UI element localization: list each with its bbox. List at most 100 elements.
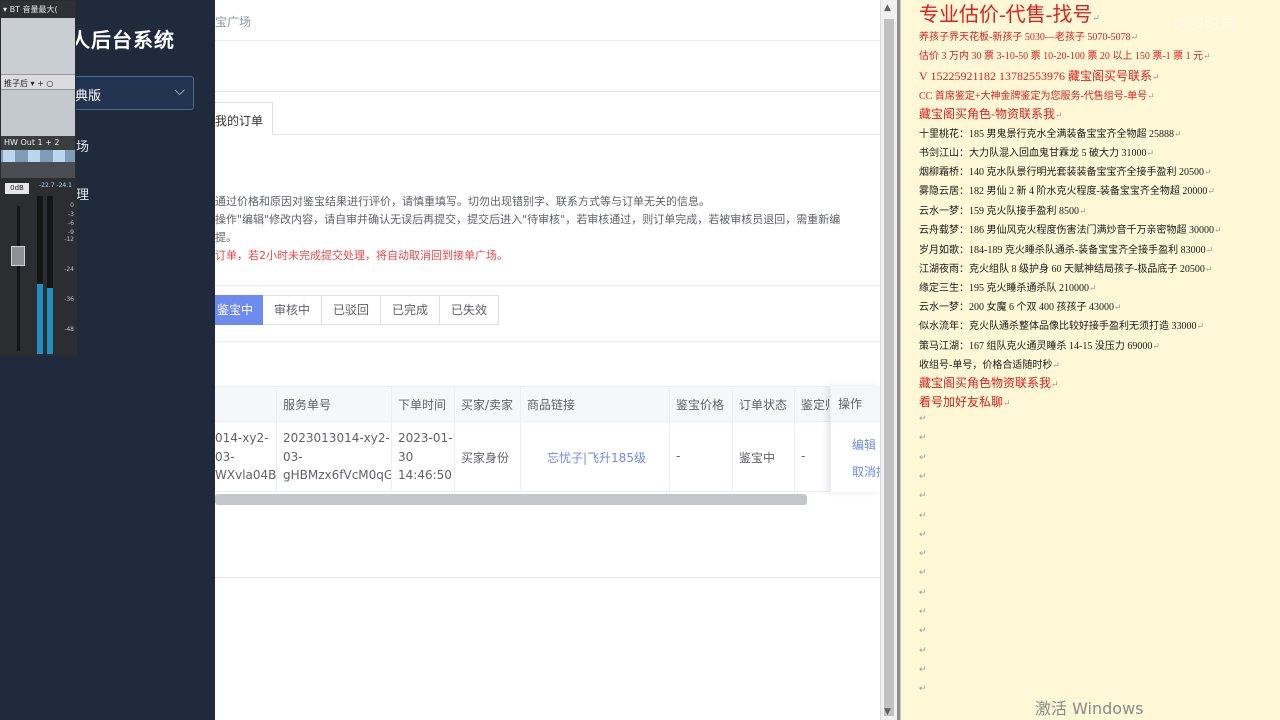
empty-paragraph-mark: ↵ bbox=[919, 414, 927, 424]
cell-order-no: 014-xy2- 03- WXvla04B bbox=[215, 431, 276, 482]
vertical-scrollbar[interactable]: ▲ ▼ bbox=[880, 0, 897, 720]
doc-line: 云舟载梦：186 男仙风克火程度伤害法门满炒音千万亲密物超 30000↵ bbox=[919, 225, 1222, 236]
doc-line: 十里桃花：185 男鬼景行克水全满装备宝宝齐全物超 25888↵ bbox=[919, 129, 1182, 140]
notice-line: 操作"编辑"修改内容，请自审并确认无误后再提交，提交后进入"待审核"，若审核通过… bbox=[215, 213, 841, 226]
divider bbox=[215, 341, 880, 342]
doc-line: 江湖夜雨：克火组队 8 级护身 60 天赋神结局孩子-极品底子 20500↵ bbox=[919, 264, 1213, 275]
doc-line: 似水流年：克火队通杀整体品像比较好接手盈利无须打造 33000↵ bbox=[919, 321, 1205, 332]
gain-readout[interactable]: 0dB bbox=[5, 183, 29, 194]
empty-paragraph-mark: ↵ bbox=[919, 433, 927, 443]
column-header-role: 买家/卖家 bbox=[454, 387, 520, 423]
empty-paragraph-mark: ↵ bbox=[919, 549, 927, 559]
cell-price: - bbox=[669, 422, 732, 492]
cell-service-no: 2023013014-xy2- 03- gHBMzx6fVcM0qG bbox=[276, 422, 391, 492]
table-header: 服务单号 下单时间 买家/卖家 商品链接 鉴宝价格 订单状态 鉴定师 bbox=[215, 386, 880, 423]
notice-line: 提。 bbox=[215, 231, 237, 244]
cell-role: 买家身份 bbox=[454, 422, 520, 492]
doc-line: 书剑江山：大力队混入回血鬼甘霖龙 5 破大力 31000↵ bbox=[919, 148, 1155, 159]
peak-readout: -22.7 -24.1 bbox=[39, 182, 72, 189]
watermark-logo: ⊙ 实时通 bbox=[1172, 14, 1235, 32]
column-header-operation: 操作 bbox=[831, 386, 880, 422]
activate-windows-text: 激活 Windows bbox=[1035, 699, 1144, 718]
chevron-down-icon: ⌵ bbox=[174, 83, 185, 99]
doc-line: 雾隐云居：182 男仙 2 新 4 阶水克火程度-装备宝宝齐全物超 20000↵ bbox=[919, 186, 1215, 197]
mixer-insert-select[interactable]: 推子后 ▾ + ○ bbox=[1, 74, 75, 90]
mixer-output[interactable]: HW Out 1 + 2 bbox=[1, 136, 75, 150]
doc-line: 估价 3 万内 30 票 3-10-50 票 10-20-100 票 20 以上… bbox=[919, 51, 1211, 62]
doc-line: 藏宝阁买角色物资联系我↵ bbox=[919, 376, 1059, 390]
status-tab-reviewing[interactable]: 审核中 bbox=[263, 295, 323, 325]
status-tab-completed[interactable]: 已完成 bbox=[381, 295, 441, 325]
empty-paragraph-mark: ↵ bbox=[919, 684, 927, 694]
doc-line: 看号加好友私聊↵ bbox=[919, 395, 1011, 409]
scroll-down-icon[interactable]: ▼ bbox=[884, 707, 891, 717]
link-icon[interactable] bbox=[53, 150, 65, 162]
level-meter-left bbox=[37, 196, 43, 354]
empty-paragraph-mark: ↵ bbox=[919, 588, 927, 598]
empty-paragraph-mark: ↵ bbox=[919, 607, 927, 617]
horizontal-scrollbar[interactable] bbox=[215, 494, 807, 505]
meter-scale: 0 -3 -6 -9 -12 -24 -36 -48 bbox=[64, 202, 74, 333]
scroll-up-icon[interactable]: ▲ bbox=[884, 3, 891, 13]
doc-line: CC 首席鉴定+大神金牌鉴定为您服务-代售组号-单号↵ bbox=[919, 91, 1155, 102]
notice-warning: 订单，若2小时未完成提交处理，将自动取消回到接单广场。 bbox=[215, 249, 508, 262]
empty-paragraph-mark: ↵ bbox=[919, 453, 927, 463]
monitor-icon[interactable] bbox=[3, 150, 15, 162]
empty-paragraph-mark: ↵ bbox=[919, 568, 927, 578]
empty-paragraph-mark: ↵ bbox=[919, 511, 927, 521]
divider bbox=[273, 134, 880, 135]
mixer-insert-panel bbox=[1, 18, 75, 74]
divider bbox=[215, 577, 880, 578]
doc-line: 养孩子界天花板-新孩子 5030—老孩子 5070-5078↵ bbox=[919, 32, 1139, 43]
tab-my-orders[interactable]: 我的订单 bbox=[215, 102, 273, 135]
breadcrumb[interactable]: 宝广场 bbox=[215, 13, 251, 30]
fader-track bbox=[17, 206, 20, 351]
pin-icon[interactable] bbox=[28, 150, 40, 162]
sidebar-item-plaza[interactable]: 场 bbox=[76, 136, 89, 155]
column-header-order bbox=[215, 387, 276, 423]
empty-paragraph-mark: ↵ bbox=[919, 530, 927, 540]
doc-line: 烟柳霜桥：140 克水队景行明光套装装备宝宝齐全接手盈利 20500↵ bbox=[919, 167, 1212, 178]
divider bbox=[215, 40, 880, 41]
sidebar-item-manage[interactable]: 理 bbox=[76, 184, 89, 203]
doc-line: 云水一梦：159 克火队接手盈利 8500↵ bbox=[919, 206, 1087, 217]
column-header-time: 下单时间 bbox=[391, 387, 454, 423]
scroll-thumb[interactable] bbox=[884, 19, 894, 716]
doc-line: 岁月如歌：184-189 克火睡杀队通杀-装备宝宝齐全接手盈利 83000↵ bbox=[919, 245, 1214, 256]
audio-mixer-window: ▾ BT 音量最大( 推子后 ▾ + ○ HW Out 1 + 2 0dB -2… bbox=[0, 0, 77, 356]
status-tab-expired[interactable]: 已失效 bbox=[440, 295, 500, 325]
status-tab-appraising[interactable]: 鉴宝中 bbox=[215, 295, 263, 325]
doc-line: 缘定三生：195 克火睡杀通杀队 210000↵ bbox=[919, 283, 1097, 294]
version-select[interactable]: 典版 ⌵ bbox=[68, 76, 194, 110]
column-header-status: 订单状态 bbox=[732, 387, 794, 423]
empty-paragraph-mark: ↵ bbox=[919, 646, 927, 656]
empty-paragraph-mark: ↵ bbox=[919, 626, 927, 636]
divider bbox=[215, 91, 880, 92]
status-tab-rejected[interactable]: 已驳回 bbox=[322, 295, 382, 325]
empty-paragraph-mark: ↵ bbox=[919, 665, 927, 675]
column-header-price: 鉴宝价格 bbox=[669, 387, 732, 423]
level-meter-right bbox=[47, 196, 53, 354]
doc-line: 云水一梦：200 女魔 6 个双 400 孩孩子 43000↵ bbox=[919, 302, 1122, 313]
column-header-service-no: 服务单号 bbox=[276, 387, 391, 423]
column-header-link: 商品链接 bbox=[520, 387, 669, 423]
table-row: 014-xy2- 03- WXvla04B 2023013014-xy2- 03… bbox=[215, 422, 880, 492]
doc-line: 藏宝阁买角色-物资联系我↵ bbox=[919, 107, 1063, 121]
version-select-label: 典版 bbox=[75, 89, 102, 104]
cell-order-time: 2023-01- 30 14:46:50 bbox=[391, 422, 454, 492]
status-filter: 鉴宝中 审核中 已驳回 已完成 已失效 bbox=[215, 295, 500, 325]
column-header-appraiser: 鉴定师 bbox=[794, 387, 830, 423]
cancel-order-button[interactable]: 取消接 bbox=[852, 463, 880, 480]
mixer-track-name: ▾ BT 音量最大( bbox=[1, 1, 75, 18]
product-link[interactable]: 忘忧子|飞升185级 bbox=[547, 449, 646, 466]
edit-button[interactable]: 编辑 bbox=[852, 436, 876, 453]
cell-link: 忘忧子|飞升185级 bbox=[520, 422, 669, 492]
empty-paragraph-mark: ↵ bbox=[919, 491, 927, 501]
volume-fader[interactable] bbox=[11, 246, 25, 266]
doc-line: 策马江湖：167 组队克火通灵睡杀 14-15 没压力 69000↵ bbox=[919, 341, 1160, 352]
empty-paragraph-mark: ↵ bbox=[919, 472, 927, 482]
mixer-toolbar bbox=[1, 150, 75, 162]
doc-line: 收组号-单号，价格合适随时秒↵ bbox=[919, 360, 1060, 371]
document-window: 专业估价-代售-找号↵ 养孩子界天花板-新孩子 5030—老孩子 5070-50… bbox=[900, 0, 1280, 720]
cell-appraiser: - bbox=[794, 422, 830, 492]
